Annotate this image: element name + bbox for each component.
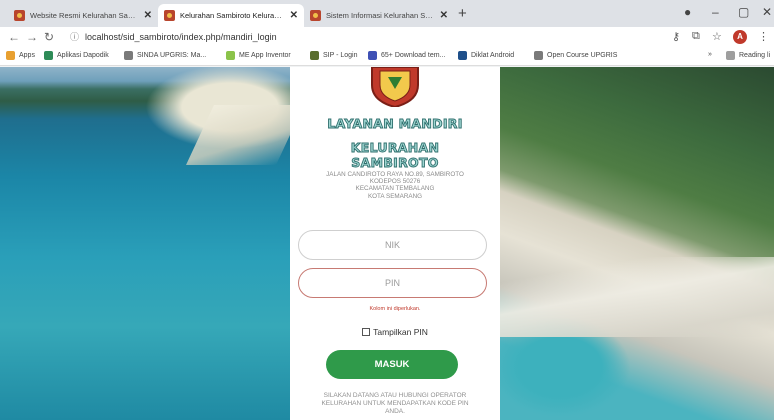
show-pin-toggle[interactable]: Tampilkan PIN bbox=[290, 327, 500, 337]
pin-field[interactable]: PIN bbox=[298, 268, 487, 298]
help-note-line: SILAKAN DATANG ATAU HUBUNGI OPERATOR bbox=[323, 392, 467, 399]
validation-error: Kolom ini diperlukan. bbox=[369, 306, 421, 312]
maximize-button[interactable]: ▢ bbox=[738, 5, 749, 19]
address-bar: ← → ↻ ⓘ localhost/sid_sambiroto/index.php… bbox=[0, 27, 774, 48]
close-icon[interactable]: ✕ bbox=[290, 10, 298, 21]
city-emblem-icon bbox=[371, 67, 419, 107]
bookmark-app-inventor[interactable]: ME App Inventor bbox=[226, 51, 291, 60]
back-arrow-icon[interactable]: ← bbox=[8, 30, 20, 44]
bookmark-favicon-icon bbox=[124, 51, 133, 60]
office-name-line2: SAMBIROTO bbox=[351, 155, 439, 171]
tab-bar: Website Resmi Kelurahan Sambiroto ✕ Kelu… bbox=[0, 0, 774, 27]
new-tab-button[interactable]: + bbox=[458, 6, 467, 21]
avatar[interactable]: A bbox=[733, 30, 747, 44]
bookmark-label: Open Course UPGRIS bbox=[547, 52, 618, 59]
tab-favicon bbox=[14, 10, 25, 21]
bookmark-diklat-android[interactable]: Diklat Android bbox=[458, 51, 514, 60]
district: KECAMATAN TEMBALANG bbox=[355, 185, 435, 192]
bookmark-label: 65+ Download tem... bbox=[381, 52, 446, 59]
bookmark-apps[interactable]: Apps bbox=[6, 51, 35, 60]
menu-icon[interactable]: ⋮ bbox=[758, 30, 769, 43]
submit-button[interactable]: MASUK bbox=[326, 350, 458, 379]
tab-favicon bbox=[164, 10, 175, 21]
reload-icon[interactable]: ↻ bbox=[44, 30, 54, 44]
beach-background-left bbox=[0, 67, 290, 420]
login-panel: LAYANAN MANDIRI KELURAHAN SAMBIROTO JALA… bbox=[290, 67, 500, 420]
bookmark-label: SIP - Login bbox=[323, 52, 358, 59]
tab-label: Kelurahan Sambiroto Kelurahan Sambiroto bbox=[180, 11, 284, 20]
bookmark-sip-login[interactable]: SIP - Login bbox=[310, 51, 358, 60]
profile-dot-icon[interactable]: ● bbox=[684, 5, 691, 19]
help-note-line: KELURAHAN UNTUK MENDAPATKAN KODE PIN bbox=[321, 400, 469, 407]
help-note-line: ANDA. bbox=[385, 408, 405, 415]
window-close-button[interactable]: ✕ bbox=[762, 5, 772, 19]
tab-website-resmi[interactable]: Website Resmi Kelurahan Sambiroto ✕ bbox=[8, 4, 158, 27]
close-icon[interactable]: ✕ bbox=[440, 10, 448, 21]
reading-list-label: Reading li bbox=[739, 52, 771, 59]
bookmark-download[interactable]: 65+ Download tem... bbox=[368, 51, 445, 60]
bookmark-sinda[interactable]: SINDA UPGRIS: Ma... bbox=[124, 51, 206, 60]
tab-sistem-informasi[interactable]: Sistem Informasi Kelurahan Sambiroto ✕ bbox=[304, 4, 454, 27]
tab-kelurahan-sambiroto[interactable]: Kelurahan Sambiroto Kelurahan Sambiroto … bbox=[158, 4, 304, 27]
bookmark-favicon-icon bbox=[534, 51, 543, 60]
star-icon[interactable]: ☆ bbox=[712, 30, 722, 43]
minimize-button[interactable]: – bbox=[712, 5, 719, 19]
bookmarks-overflow-button[interactable]: » bbox=[708, 51, 712, 58]
bookmark-favicon-icon bbox=[44, 51, 53, 60]
bookmark-label: Aplikasi Dapodik bbox=[57, 52, 109, 59]
bookmark-label: Apps bbox=[19, 52, 35, 59]
info-icon[interactable]: ⓘ bbox=[70, 32, 79, 42]
page-title: LAYANAN MANDIRI bbox=[327, 116, 463, 132]
city: KOTA SEMARANG bbox=[367, 193, 423, 200]
reading-list-icon bbox=[726, 51, 735, 60]
key-icon[interactable]: ⚷ bbox=[672, 30, 680, 43]
bookmark-label: ME App Inventor bbox=[239, 52, 291, 59]
bookmark-favicon-icon bbox=[226, 51, 235, 60]
page-viewport: LAYANAN MANDIRI KELURAHAN SAMBIROTO JALA… bbox=[0, 67, 774, 420]
bookmark-favicon-icon bbox=[368, 51, 377, 60]
share-icon[interactable]: ⧉ bbox=[692, 30, 700, 43]
tab-label: Website Resmi Kelurahan Sambiroto bbox=[30, 11, 138, 20]
forward-arrow-icon[interactable]: → bbox=[26, 30, 38, 44]
url-text: localhost/sid_sambiroto/index.php/mandir… bbox=[85, 32, 277, 42]
show-pin-label: Tampilkan PIN bbox=[373, 327, 428, 337]
bookmark-dapodik[interactable]: Aplikasi Dapodik bbox=[44, 51, 109, 60]
close-icon[interactable]: ✕ bbox=[144, 10, 152, 21]
nik-field[interactable]: NIK bbox=[298, 230, 487, 260]
tab-favicon bbox=[310, 10, 321, 21]
reading-list-button[interactable]: Reading li bbox=[726, 51, 770, 60]
bookmark-label: Diklat Android bbox=[471, 52, 515, 59]
apps-grid-icon bbox=[6, 51, 15, 60]
tab-label: Sistem Informasi Kelurahan Sambiroto bbox=[326, 11, 434, 20]
bookmark-favicon-icon bbox=[458, 51, 467, 60]
office-name-line1: KELURAHAN bbox=[350, 140, 440, 156]
show-pin-checkbox[interactable] bbox=[362, 328, 371, 336]
bookmark-label: SINDA UPGRIS: Ma... bbox=[137, 52, 207, 59]
beach-background-right bbox=[500, 67, 774, 420]
url-field[interactable]: ⓘ localhost/sid_sambiroto/index.php/mandi… bbox=[70, 30, 277, 43]
bookmark-favicon-icon bbox=[310, 51, 319, 60]
bookmark-open-course[interactable]: Open Course UPGRIS bbox=[534, 51, 617, 60]
bookmarks-bar: Apps Aplikasi Dapodik SINDA UPGRIS: Ma..… bbox=[0, 48, 774, 66]
